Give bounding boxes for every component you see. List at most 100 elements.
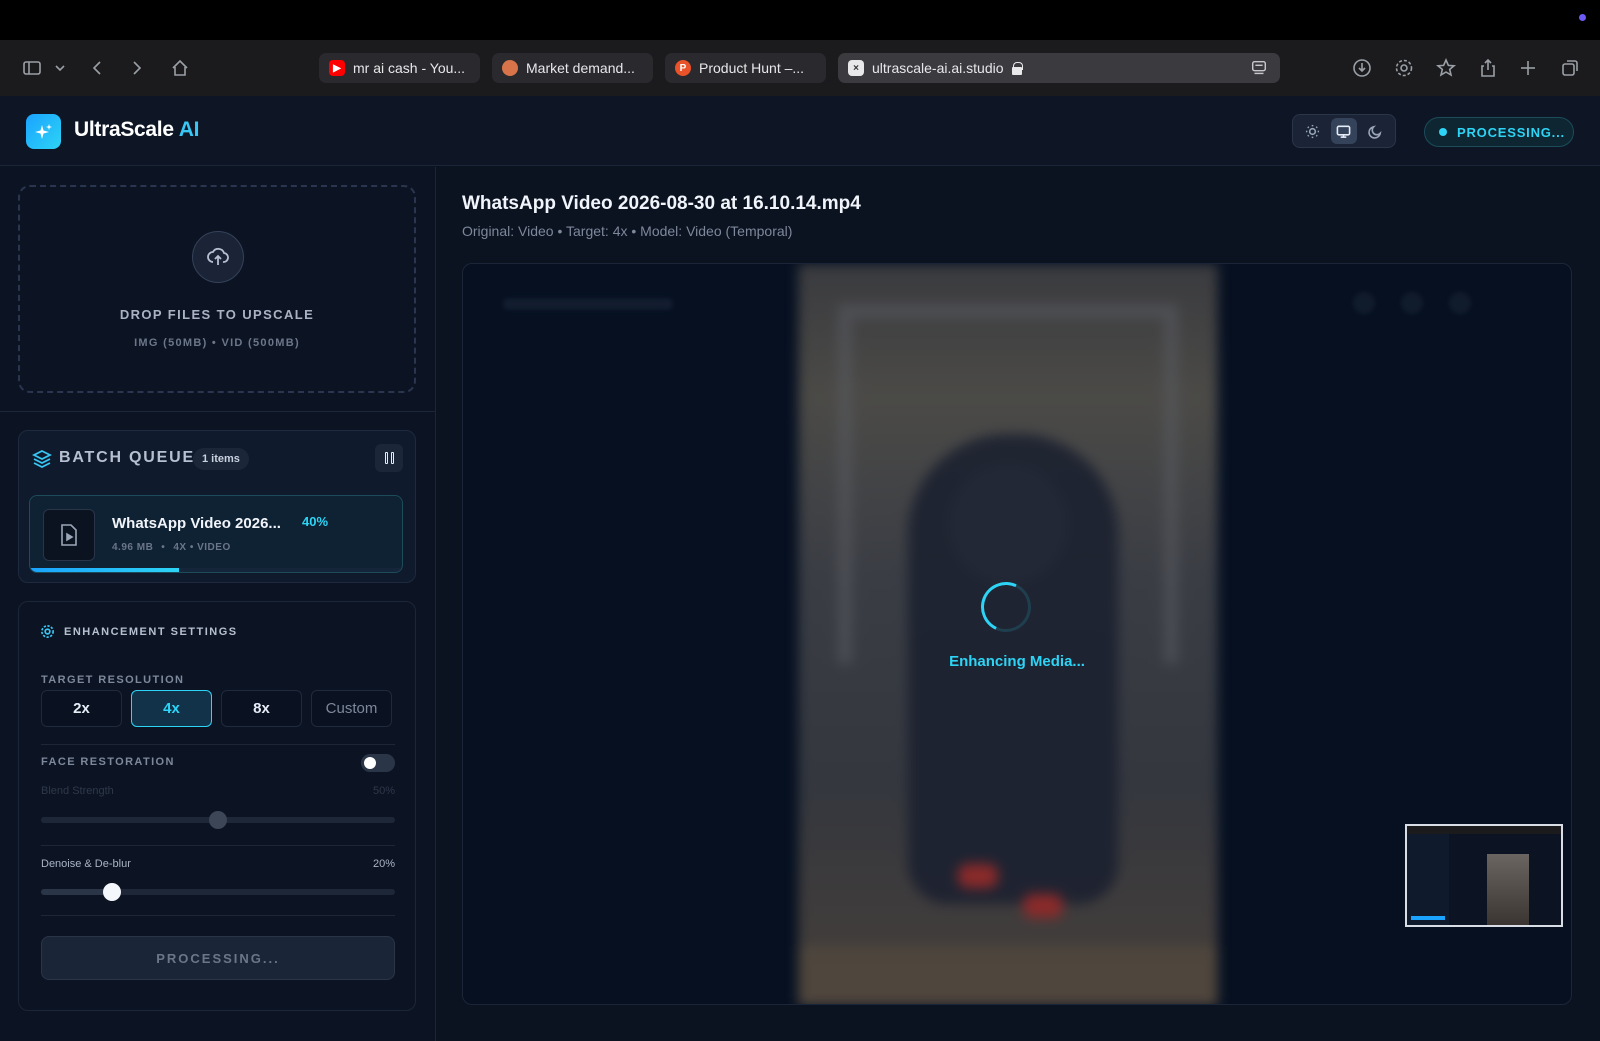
blurred-controls: [1353, 292, 1533, 314]
blend-strength-slider[interactable]: [41, 811, 395, 829]
slider-fill: [41, 889, 112, 895]
brand-name: UltraScale AI: [74, 118, 199, 142]
tab-product-hunt[interactable]: P Product Hunt –...: [665, 53, 826, 83]
tab-title: Product Hunt –...: [699, 60, 805, 76]
queue-item-meta: 4.96 MB • 4X • VIDEO: [112, 542, 231, 553]
settings-header: ENHANCEMENT SETTINGS: [40, 624, 238, 639]
resolution-4x-button[interactable]: 4x: [131, 690, 212, 727]
video-frame: [798, 264, 1218, 1004]
progress-fill: [30, 568, 179, 572]
os-menu-bar: [0, 0, 1600, 40]
sunburst-icon: [502, 60, 518, 76]
queue-item-progress-text: 40%: [302, 514, 329, 529]
moon-icon[interactable]: [1362, 118, 1388, 144]
blend-strength-label: Blend Strength: [41, 785, 114, 797]
address-url[interactable]: ultrascale-ai.ai.studio: [872, 60, 1004, 76]
video-file-icon: [43, 509, 95, 561]
brand-text: UltraScale: [74, 118, 174, 141]
queue-item-type: 4X • VIDEO: [173, 542, 231, 553]
queue-item-name: WhatsApp Video 2026...: [112, 515, 281, 532]
app-header: UltraScale AI PROCESSING...: [0, 96, 1600, 166]
gear-icon[interactable]: [1392, 56, 1416, 80]
resolution-custom-button[interactable]: Custom: [311, 690, 392, 727]
blend-strength-row: Blend Strength 50%: [41, 785, 395, 797]
theme-switcher: [1292, 114, 1396, 148]
processing-status-text: Enhancing Media...: [949, 653, 1085, 670]
divider: [41, 915, 395, 916]
tab-market-demand[interactable]: Market demand...: [492, 53, 653, 83]
logo-sparkle-icon: [26, 114, 61, 149]
status-dot: [1439, 128, 1447, 136]
youtube-icon: ▶: [329, 60, 345, 76]
pause-icon-bar: [384, 452, 388, 464]
batch-queue-panel: BATCH QUEUE 1 items WhatsApp Video 2026.…: [18, 430, 416, 583]
sun-icon[interactable]: [1300, 118, 1326, 144]
divider: [41, 845, 395, 846]
face-restoration-toggle[interactable]: [361, 754, 395, 772]
queue-item[interactable]: WhatsApp Video 2026... 40% 4.96 MB • 4X • …: [29, 495, 403, 573]
product-hunt-icon: P: [675, 60, 691, 76]
dropzone-limits: IMG (50MB) • VID (500MB): [134, 337, 300, 349]
meta-separator: •: [161, 542, 166, 553]
settings-title: ENHANCEMENT SETTINGS: [64, 625, 238, 638]
resolution-options: 2x 4x 8x Custom: [41, 690, 392, 727]
main-content: WhatsApp Video 2026-08-30 at 16.10.14.mp…: [437, 167, 1600, 1041]
cloud-upload-icon: [192, 231, 244, 283]
file-details: Original: Video • Target: 4x • Model: Vi…: [462, 223, 793, 239]
tab-overview-icon[interactable]: [1558, 56, 1582, 80]
denoise-slider[interactable]: [41, 883, 395, 901]
denoise-value: 20%: [372, 858, 395, 870]
browser-toolbar: ▶ mr ai cash - You... Market demand... P…: [0, 40, 1600, 96]
slider-thumb[interactable]: [102, 883, 121, 901]
queue-item-size: 4.96 MB: [112, 542, 154, 553]
screenshot-thumbnail[interactable]: [1405, 824, 1563, 927]
forward-icon[interactable]: [124, 56, 148, 80]
chevron-down-icon[interactable]: [50, 56, 70, 80]
tab-ultrascale-address[interactable]: × ultrascale-ai.ai.studio: [838, 53, 1280, 83]
status-dot-icon: [1579, 14, 1586, 21]
close-box-icon: ×: [848, 60, 864, 76]
layers-icon: [31, 449, 53, 469]
file-dropzone[interactable]: DROP FILES TO UPSCALE IMG (50MB) • VID (…: [18, 185, 416, 393]
gear-icon: [41, 625, 54, 638]
tab-title: mr ai cash - You...: [353, 60, 466, 76]
new-tab-icon[interactable]: [1516, 56, 1540, 80]
download-icon[interactable]: [1350, 56, 1374, 80]
back-icon[interactable]: [86, 56, 110, 80]
target-resolution-label: TARGET RESOLUTION: [41, 674, 185, 686]
toggle-knob: [364, 757, 376, 769]
tab-youtube[interactable]: ▶ mr ai cash - You...: [319, 53, 480, 83]
enhancement-settings-panel: ENHANCEMENT SETTINGS TARGET RESOLUTION 2…: [18, 601, 416, 1011]
blurred-toolbar: [503, 298, 673, 310]
file-title: WhatsApp Video 2026-08-30 at 16.10.14.mp…: [462, 193, 861, 214]
divider: [0, 411, 436, 412]
dropzone-title: DROP FILES TO UPSCALE: [119, 307, 315, 322]
divider: [41, 744, 395, 745]
monitor-icon[interactable]: [1330, 118, 1357, 144]
queue-title: BATCH QUEUE: [59, 449, 195, 466]
blend-strength-value: 50%: [372, 785, 395, 797]
tab-title: Market demand...: [526, 60, 635, 76]
resolution-8x-button[interactable]: 8x: [221, 690, 302, 727]
process-button[interactable]: PROCESSING...: [41, 936, 395, 980]
share-icon[interactable]: [1476, 56, 1500, 80]
sidebar: DROP FILES TO UPSCALE IMG (50MB) • VID (…: [0, 167, 436, 1041]
queue-item-progress-bar: [30, 568, 402, 572]
status-text: PROCESSING...: [1457, 124, 1565, 140]
lock-icon: [1011, 62, 1023, 75]
denoise-label: Denoise & De-blur: [41, 858, 131, 870]
reader-icon[interactable]: [1250, 59, 1268, 77]
pause-queue-button[interactable]: [375, 444, 403, 472]
face-restoration-label: FACE RESTORATION: [41, 756, 175, 768]
media-preview: Enhancing Media...: [462, 263, 1572, 1005]
processing-status-badge: PROCESSING...: [1424, 117, 1574, 147]
resolution-2x-button[interactable]: 2x: [41, 690, 122, 727]
slider-thumb[interactable]: [209, 811, 227, 829]
queue-count-badge: 1 items: [193, 448, 249, 470]
pause-icon-bar: [390, 452, 394, 464]
sidebar-toggle-icon[interactable]: [20, 56, 44, 80]
brand-accent: AI: [178, 118, 200, 141]
denoise-row: Denoise & De-blur 20%: [41, 858, 395, 870]
home-icon[interactable]: [168, 56, 192, 80]
star-icon[interactable]: [1434, 56, 1458, 80]
